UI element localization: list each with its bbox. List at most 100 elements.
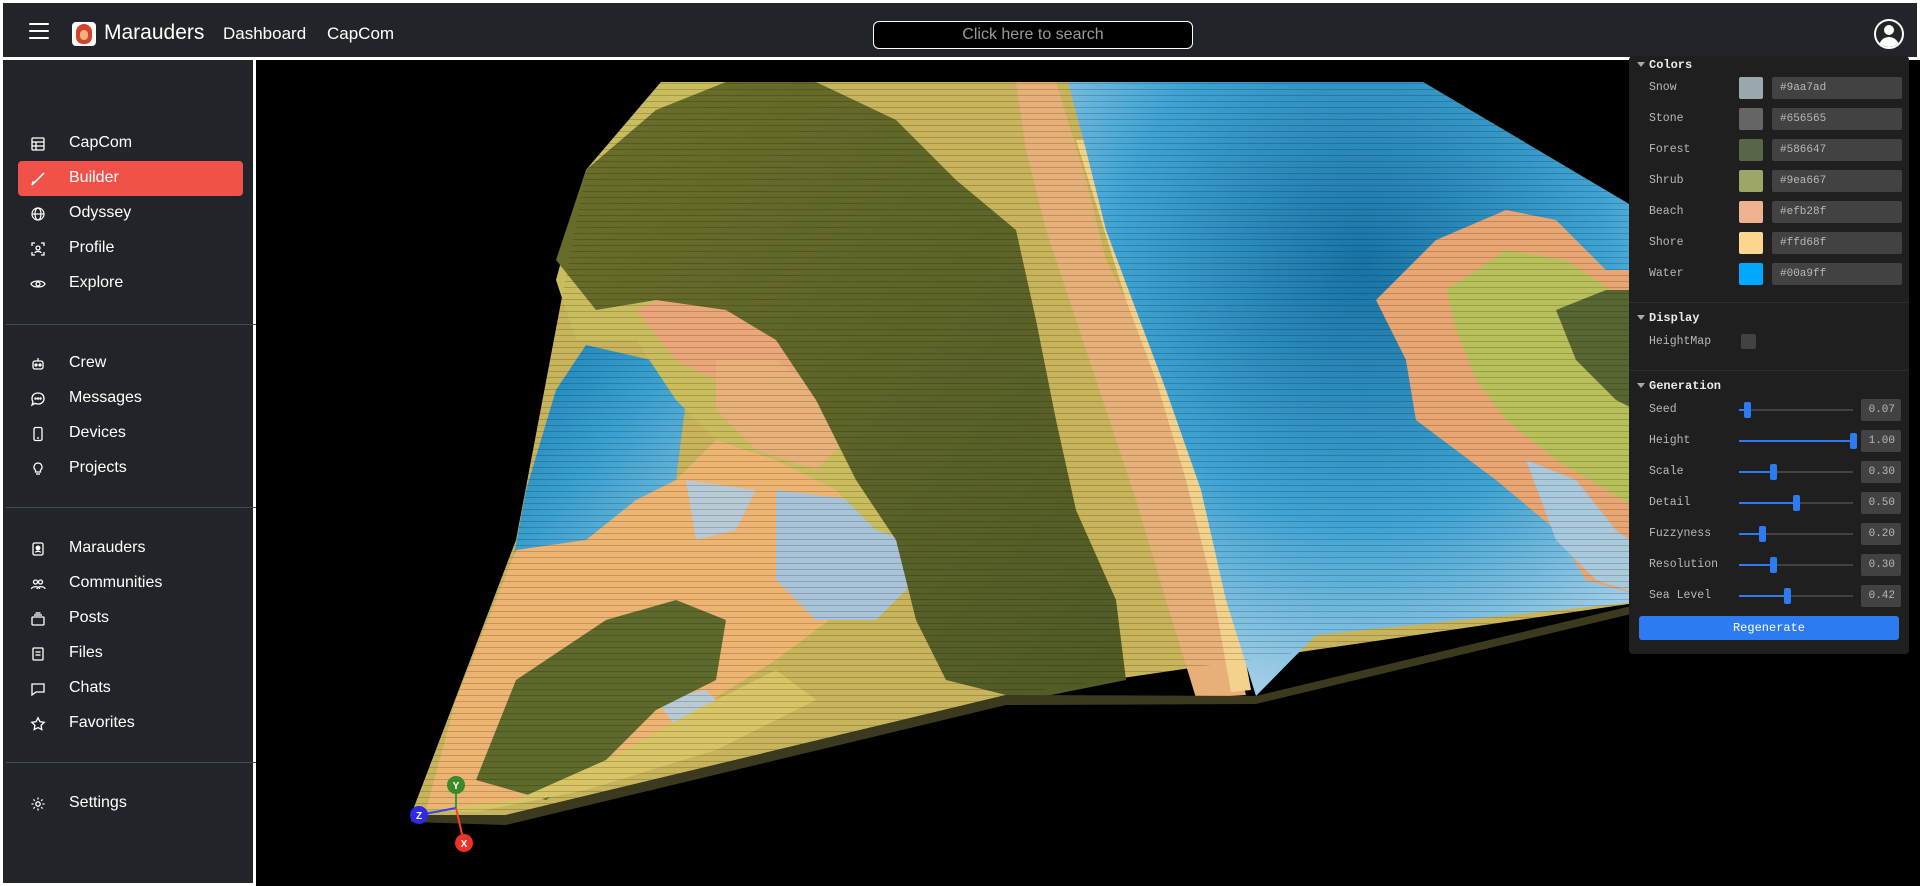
slider-value-input[interactable]: 0.50 [1861, 492, 1901, 514]
brand-logo[interactable] [72, 22, 96, 46]
color-row-forest: Forest #586647 [1629, 138, 1909, 162]
sidebar-item-label: Files [69, 644, 103, 661]
slider-fill [1739, 564, 1774, 566]
sidebar-item-label: Odyssey [69, 204, 132, 221]
brand-name[interactable]: Marauders [104, 21, 204, 45]
color-hex-input[interactable]: #9aa7ad [1772, 77, 1902, 99]
caret-down-icon [1637, 62, 1645, 68]
color-label: Stone [1649, 112, 1684, 125]
gear-icon [30, 796, 46, 812]
people-icon [30, 576, 46, 592]
terrain-controls-panel: Colors Snow #9aa7ad Stone #656565 Forest #586… [1629, 56, 1909, 654]
star-icon [30, 716, 46, 732]
sidebar-item-label: Chats [69, 679, 111, 696]
sidebar-item-label: Posts [69, 609, 110, 626]
heightmap-checkbox[interactable] [1741, 334, 1756, 349]
slider-track[interactable] [1739, 495, 1853, 511]
color-swatch[interactable] [1739, 170, 1763, 192]
sidebar-item-files[interactable]: Files [18, 636, 243, 671]
slider-fill [1739, 502, 1796, 504]
slider-value-input[interactable]: 1.00 [1861, 430, 1901, 452]
sidebar-item-builder[interactable]: Builder [18, 161, 243, 196]
stack-icon [30, 611, 46, 627]
slider-value-input[interactable]: 0.07 [1861, 399, 1901, 421]
sidebar-item-explore[interactable]: Explore [18, 266, 243, 301]
color-hex-input[interactable]: #00a9ff [1772, 263, 1902, 285]
color-hex-input[interactable]: #9ea667 [1772, 170, 1902, 192]
chat-dots-icon [30, 391, 46, 407]
sidebar-item-devices[interactable]: Devices [18, 416, 243, 451]
caret-down-icon [1637, 383, 1645, 389]
badge-icon [30, 541, 46, 557]
sidebar-divider [6, 762, 256, 763]
slider-value-input[interactable]: 0.30 [1861, 554, 1901, 576]
slider-thumb[interactable] [1793, 495, 1800, 511]
slider-label: Seed [1649, 403, 1677, 416]
color-hex-input[interactable]: #efb28f [1772, 201, 1902, 223]
slider-track[interactable] [1739, 433, 1857, 449]
generation-folder-title[interactable]: Generation [1637, 379, 1721, 393]
sidebar-item-marauders[interactable]: Marauders [18, 531, 243, 566]
top-navbar: Marauders Dashboard CapCom Click here to… [0, 0, 1920, 60]
sidebar-item-crew[interactable]: Crew [18, 346, 243, 381]
file-icon [30, 646, 46, 662]
slider-row-height: Height 1.00 [1629, 429, 1909, 453]
color-swatch[interactable] [1739, 232, 1763, 254]
axis-y-label: Y [453, 781, 460, 792]
color-label: Snow [1649, 81, 1677, 94]
slider-track[interactable] [1739, 526, 1853, 542]
slider-fill [1739, 471, 1774, 473]
colors-title-label: Colors [1649, 58, 1693, 72]
color-swatch[interactable] [1739, 139, 1763, 161]
slider-value-input[interactable]: 0.20 [1861, 523, 1901, 545]
nav-dashboard[interactable]: Dashboard [223, 24, 306, 44]
slider-row-seed: Seed 0.07 [1629, 398, 1909, 422]
slider-thumb[interactable] [1850, 433, 1857, 449]
slider-track[interactable] [1739, 557, 1853, 573]
color-swatch[interactable] [1739, 201, 1763, 223]
slider-track[interactable] [1739, 464, 1853, 480]
slider-fill [1739, 440, 1853, 442]
sidebar-item-profile[interactable]: Profile [18, 231, 243, 266]
sidebar-item-chats[interactable]: Chats [18, 671, 243, 706]
color-hex-input[interactable]: #656565 [1772, 108, 1902, 130]
sidebar-item-posts[interactable]: Posts [18, 601, 243, 636]
color-row-beach: Beach #efb28f [1629, 200, 1909, 224]
color-swatch[interactable] [1739, 77, 1763, 99]
color-row-stone: Stone #656565 [1629, 107, 1909, 131]
color-row-shore: Shore #ffd68f [1629, 231, 1909, 255]
color-hex-input[interactable]: #586647 [1772, 139, 1902, 161]
sidebar-item-projects[interactable]: Projects [18, 451, 243, 486]
search-input[interactable]: Click here to search [873, 21, 1193, 49]
color-label: Shrub [1649, 174, 1684, 187]
slider-label: Detail [1649, 496, 1691, 509]
slider-thumb[interactable] [1758, 526, 1766, 542]
brush-icon [30, 171, 46, 187]
slider-thumb[interactable] [1743, 402, 1751, 418]
color-swatch[interactable] [1739, 263, 1763, 285]
color-swatch[interactable] [1739, 108, 1763, 130]
slider-thumb[interactable] [1783, 588, 1791, 604]
slider-track[interactable] [1739, 402, 1853, 418]
sidebar-item-settings[interactable]: Settings [18, 786, 243, 821]
slider-thumb[interactable] [1770, 464, 1778, 480]
colors-folder-title[interactable]: Colors [1637, 58, 1692, 72]
sidebar-item-messages[interactable]: Messages [18, 381, 243, 416]
sidebar-item-odyssey[interactable]: Odyssey [18, 196, 243, 231]
nav-capcom[interactable]: CapCom [327, 24, 394, 44]
slider-value-input[interactable]: 0.30 [1861, 461, 1901, 483]
slider-value-input[interactable]: 0.42 [1861, 585, 1901, 607]
menu-icon[interactable] [29, 23, 49, 39]
user-avatar-icon[interactable] [1874, 19, 1904, 49]
regenerate-button[interactable]: Regenerate [1639, 616, 1899, 640]
color-hex-input[interactable]: #ffd68f [1772, 232, 1902, 254]
slider-thumb[interactable] [1770, 557, 1778, 573]
sidebar-item-favorites[interactable]: Favorites [18, 706, 243, 741]
display-folder-title[interactable]: Display [1637, 311, 1699, 325]
sidebar-item-communities[interactable]: Communities [18, 566, 243, 601]
globe-icon [30, 206, 46, 222]
sidebar-item-capcom[interactable]: CapCom [18, 126, 243, 161]
slider-track[interactable] [1739, 588, 1853, 604]
sidebar-divider [6, 324, 256, 325]
color-row-shrub: Shrub #9ea667 [1629, 169, 1909, 193]
